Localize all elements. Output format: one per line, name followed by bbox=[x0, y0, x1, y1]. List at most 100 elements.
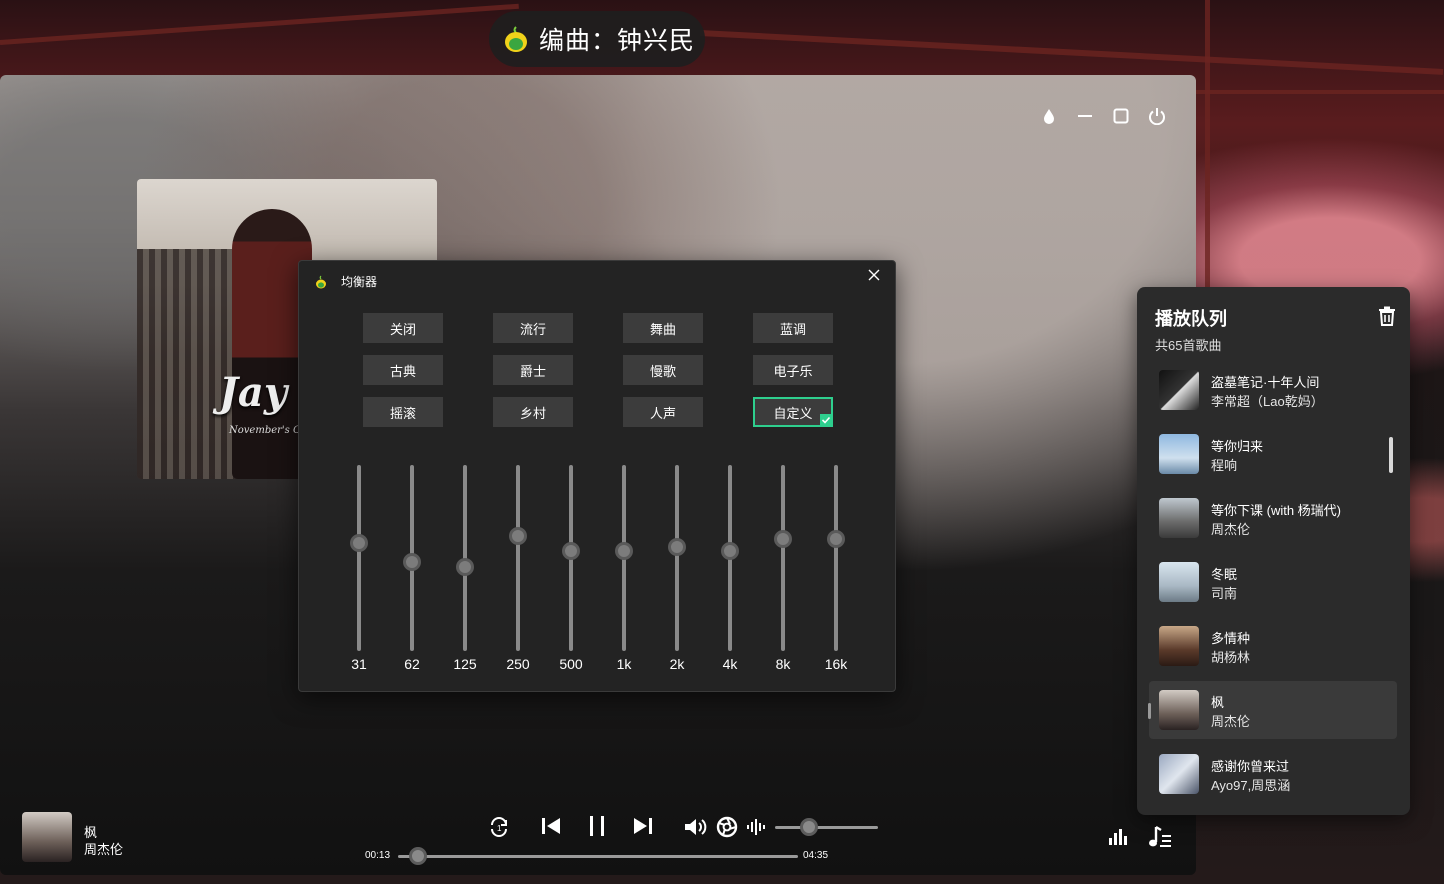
volume-slider-thumb[interactable] bbox=[799, 818, 818, 836]
queue-item[interactable]: 等你下课 (with 杨瑞代) 周杰伦 bbox=[1149, 489, 1397, 547]
app-logo-icon bbox=[316, 275, 326, 288]
eq-band-label: 4k bbox=[722, 656, 738, 672]
eq-band-thumb[interactable] bbox=[668, 537, 686, 556]
eq-band: 31 bbox=[339, 461, 379, 681]
queue-item-artist: 程响 bbox=[1211, 458, 1238, 473]
queue-item-thumb bbox=[1159, 434, 1199, 474]
eq-band-label: 125 bbox=[453, 656, 477, 672]
eq-band-track[interactable] bbox=[781, 465, 785, 651]
preset-grid: 关闭 流行 舞曲 蓝调古典 爵士 慢歌 电子乐摇滚 乡村 人声 自定义 bbox=[363, 313, 833, 427]
sound-wave-icon bbox=[747, 819, 765, 835]
preset-button[interactable]: 乡村 bbox=[493, 397, 573, 427]
maximize-icon bbox=[1113, 108, 1129, 124]
eq-band-thumb[interactable] bbox=[774, 530, 792, 549]
skin-button[interactable] bbox=[1040, 107, 1058, 125]
eq-band-track[interactable] bbox=[357, 465, 361, 651]
queue-title: 播放队列 bbox=[1155, 309, 1227, 329]
queue-item-song: 多情种 bbox=[1211, 631, 1251, 646]
queue-item[interactable]: 枫周杰伦 bbox=[1148, 681, 1397, 739]
band-sliders: 31 62 125 250 500 1k 2k 4k 8k 16k bbox=[299, 461, 897, 681]
equalizer-title: 均衡器 bbox=[341, 275, 378, 289]
current-time: 00:13 bbox=[365, 850, 391, 861]
eq-band-thumb[interactable] bbox=[350, 534, 368, 553]
queue-item[interactable]: 冬眠 司南 bbox=[1149, 553, 1397, 611]
eq-band-label: 1k bbox=[616, 656, 632, 672]
queue-item-thumb bbox=[1159, 754, 1199, 794]
preset-button[interactable]: 舞曲 bbox=[623, 313, 703, 343]
next-button[interactable] bbox=[632, 816, 654, 841]
equalizer-button[interactable] bbox=[1108, 828, 1128, 851]
preset-button[interactable]: 爵士 bbox=[493, 355, 573, 385]
eq-band-thumb[interactable] bbox=[615, 541, 633, 560]
power-icon bbox=[1149, 108, 1165, 125]
eq-band: 8k bbox=[763, 461, 803, 681]
audio-wave-button[interactable] bbox=[746, 818, 768, 841]
eq-band-thumb[interactable] bbox=[721, 541, 739, 560]
now-playing-indicator bbox=[1148, 703, 1151, 719]
trash-icon bbox=[1379, 306, 1395, 326]
now-playing-cover[interactable] bbox=[22, 812, 72, 862]
volume-icon bbox=[685, 819, 707, 835]
queue-item-thumb bbox=[1159, 498, 1199, 538]
playlist-button[interactable] bbox=[1148, 825, 1172, 854]
equalizer-header: 均衡器 bbox=[315, 273, 377, 290]
total-time: 04:35 bbox=[803, 850, 829, 861]
queue-scrollbar[interactable] bbox=[1389, 437, 1393, 473]
volume-button[interactable] bbox=[683, 816, 709, 843]
queue-item-song: 等你归来 bbox=[1211, 439, 1264, 454]
progress-thumb[interactable] bbox=[409, 847, 427, 865]
progress-bar[interactable] bbox=[398, 855, 798, 858]
pause-button[interactable] bbox=[587, 814, 607, 843]
equalizer-dialog: 均衡器 关闭 流行 舞曲 蓝调古典 爵士 慢歌 电子乐摇滚 乡村 人声 自定义 31 62 125 25… bbox=[298, 260, 896, 692]
playlist-icon bbox=[1149, 825, 1171, 847]
close-button[interactable] bbox=[867, 268, 881, 282]
eq-band-thumb[interactable] bbox=[456, 558, 474, 577]
sound-effect-button[interactable] bbox=[716, 816, 738, 843]
eq-band: 125 bbox=[445, 461, 485, 681]
preset-button[interactable]: 关闭 bbox=[363, 313, 443, 343]
eq-band-track[interactable] bbox=[516, 465, 520, 651]
volume-slider[interactable] bbox=[775, 826, 878, 829]
wallpaper-beam bbox=[1205, 0, 1210, 290]
eq-band: 2k bbox=[657, 461, 697, 681]
eq-band-thumb[interactable] bbox=[562, 541, 580, 560]
repeat-button[interactable]: 1 bbox=[487, 816, 511, 843]
preset-button[interactable]: 流行 bbox=[493, 313, 573, 343]
eq-band-label: 62 bbox=[404, 656, 420, 672]
queue-item[interactable]: 等你归来 程响 bbox=[1149, 425, 1397, 483]
close-icon bbox=[868, 269, 880, 281]
preset-button[interactable]: 电子乐 bbox=[753, 355, 833, 385]
preset-button[interactable]: 古典 bbox=[363, 355, 443, 385]
queue-item-thumb bbox=[1159, 562, 1199, 602]
queue-item[interactable]: 盗墓笔记·十年人间 李常超（Lao乾妈） bbox=[1149, 361, 1397, 419]
eq-band-label: 31 bbox=[351, 656, 367, 672]
eq-band-thumb[interactable] bbox=[509, 526, 527, 545]
preset-button[interactable]: 人声 bbox=[623, 397, 703, 427]
eq-band-track[interactable] bbox=[834, 465, 838, 651]
queue-item-artist: 周杰伦 bbox=[1211, 522, 1251, 537]
minimize-icon bbox=[1078, 115, 1092, 117]
preset-button[interactable]: 蓝调 bbox=[753, 313, 833, 343]
eq-band-thumb[interactable] bbox=[827, 530, 845, 549]
preset-button[interactable]: 慢歌 bbox=[623, 355, 703, 385]
eq-band-label: 250 bbox=[506, 656, 530, 672]
queue-item-song: 冬眠 bbox=[1211, 567, 1238, 582]
preset-button[interactable]: 自定义 bbox=[753, 397, 833, 427]
minimize-button[interactable] bbox=[1076, 107, 1094, 125]
queue-item-artist: 周杰伦 bbox=[1211, 714, 1251, 729]
maximize-button[interactable] bbox=[1112, 107, 1130, 125]
queue-item-artist: 司南 bbox=[1211, 586, 1238, 601]
queue-item-song: 等你下课 (with 杨瑞代) bbox=[1211, 503, 1342, 518]
app-logo-icon bbox=[505, 26, 527, 52]
power-button[interactable] bbox=[1148, 107, 1166, 125]
queue-item[interactable]: 感谢你曾来过 Ayo97,周思涵 bbox=[1149, 745, 1397, 803]
clear-queue-button[interactable] bbox=[1378, 306, 1396, 326]
pause-icon bbox=[590, 816, 604, 836]
queue-item[interactable]: 多情种 胡杨林 bbox=[1149, 617, 1397, 675]
preset-button[interactable]: 摇滚 bbox=[363, 397, 443, 427]
eq-band-track[interactable] bbox=[675, 465, 679, 651]
eq-band-thumb[interactable] bbox=[403, 552, 421, 571]
eq-band: 1k bbox=[604, 461, 644, 681]
previous-button[interactable] bbox=[540, 816, 562, 841]
eq-band-label: 500 bbox=[559, 656, 583, 672]
